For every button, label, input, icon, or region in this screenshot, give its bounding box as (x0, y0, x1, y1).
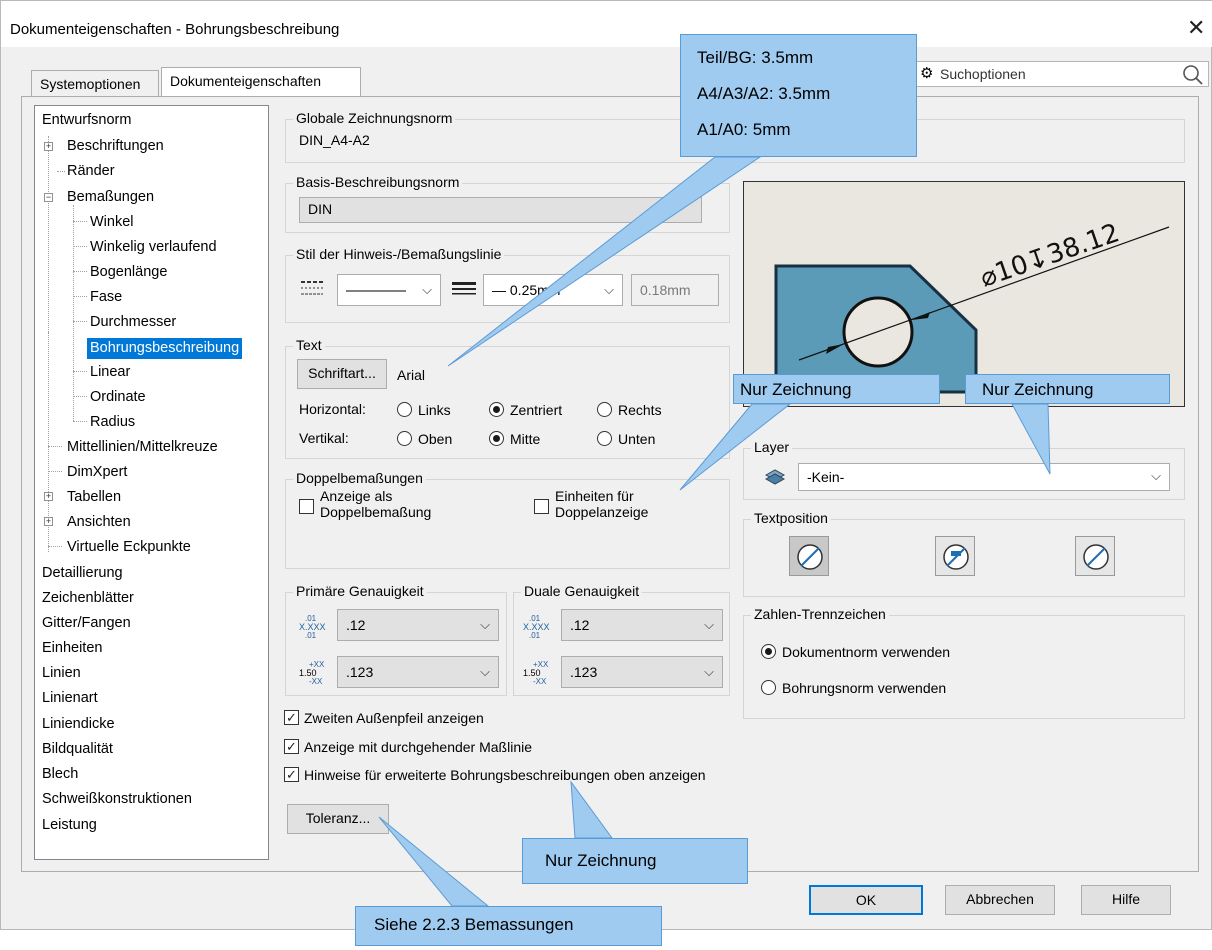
callout-nur-zeichnung-layer-right: Nur Zeichnung (965, 374, 1170, 404)
callout-nur-zeichnung-layer-left: Nur Zeichnung (733, 374, 940, 404)
callout-tails (378, 156, 1051, 907)
callout-tail (378, 816, 490, 907)
callout-tail (1011, 403, 1051, 475)
callout-font-size-line1: Teil/BG: 3.5mm (697, 48, 814, 67)
callout-tail (447, 156, 762, 367)
callout-tail (679, 403, 792, 491)
callout-siehe: Siehe 2.2.3 Bemassungen (355, 906, 662, 946)
tab-dokumenteigenschaften[interactable]: Dokumenteigenschaften (161, 67, 361, 96)
callout-font-size-line2: A4/A3/A2: 3.5mm (697, 84, 831, 103)
callout-font-size-line3: A1/A0: 5mm (697, 120, 791, 139)
callout-font-size: Teil/BG: 3.5mm A4/A3/A2: 3.5mm A1/A0: 5m… (680, 34, 917, 157)
callout-nur-zeichnung-hints: Nur Zeichnung (522, 838, 748, 884)
callout-tail (570, 780, 613, 839)
